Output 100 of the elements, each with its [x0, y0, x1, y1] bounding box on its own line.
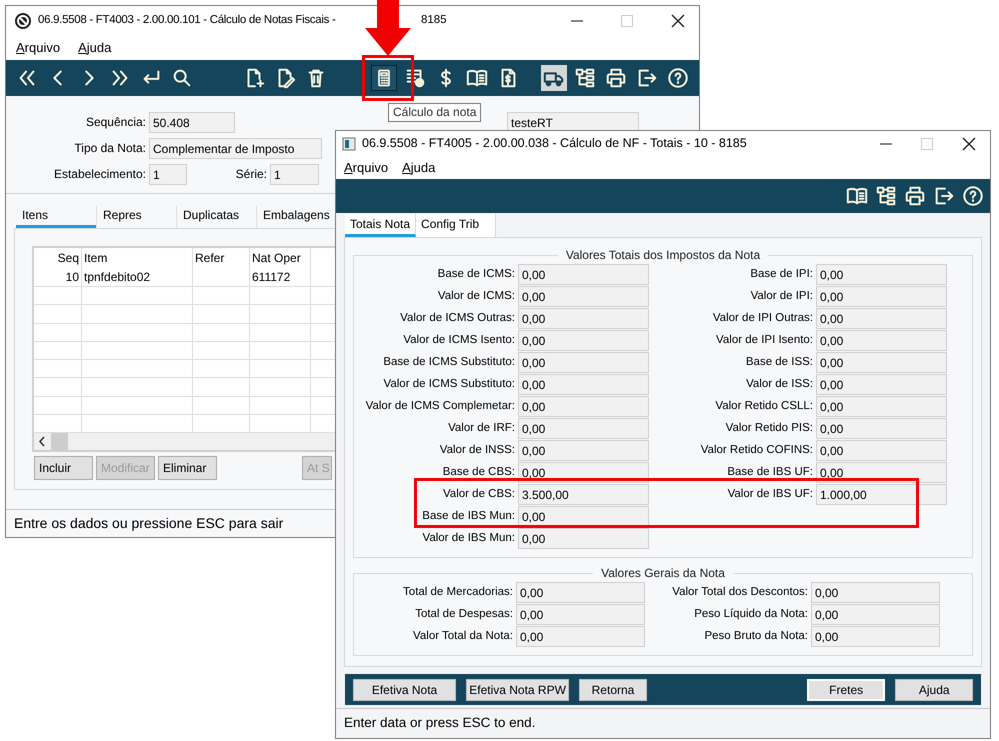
field-label: Série:: [234, 166, 268, 183]
field-label: Valor de CBS:: [442, 486, 516, 502]
field-label: Valor Total dos Descontos:: [671, 584, 809, 600]
input-field[interactable]: 1.000,00: [816, 484, 947, 505]
calculator-icon[interactable]: [371, 65, 397, 91]
field-label: Valor Retido CSLL:: [714, 398, 814, 414]
field-label: Base de IPI:: [749, 266, 814, 282]
app-logo-icon: [14, 12, 32, 30]
field-label: Base de IBS UF:: [726, 464, 814, 480]
window-title: 06.9.5508 - FT4005 - 2.00.00.038 - Cálculo de NF - Totais - 10 - 8185: [362, 135, 747, 152]
menu-item[interactable]: Ajuda: [74, 38, 116, 58]
input-field[interactable]: 0,00: [518, 506, 649, 527]
field-label: Valor de ICMS Isento:: [402, 332, 516, 348]
input-field[interactable]: 0,00: [816, 286, 947, 307]
app-window-icon: [342, 136, 356, 150]
tab[interactable]: Itens: [16, 206, 96, 228]
tab[interactable]: Duplicatas: [176, 206, 256, 228]
close-icon[interactable]: [671, 14, 685, 28]
field-label: Tipo da Nota:: [73, 140, 147, 157]
field-label: Total de Mercadorias:: [402, 584, 514, 600]
input-field[interactable]: 0,00: [518, 352, 649, 373]
close-icon[interactable]: [962, 136, 976, 150]
column-header[interactable]: Seq: [34, 248, 82, 268]
field-label: Estabelecimento:: [52, 166, 147, 183]
field-label: Peso Líquido da Nota:: [693, 606, 809, 622]
field-label: Peso Bruto da Nota:: [703, 628, 809, 644]
input-field[interactable]: testeRT: [507, 112, 639, 132]
input-field[interactable]: 0,00: [516, 604, 645, 625]
window-title: 8185: [421, 13, 447, 28]
field-label: Valor de ICMS Substituto:: [382, 376, 516, 392]
group-title: Valores Gerais da Nota: [600, 565, 726, 582]
table-cell: tpnfdebito02: [82, 268, 193, 286]
field-label: Valor de IBS UF:: [726, 486, 814, 502]
input-field[interactable]: 0,00: [816, 264, 947, 285]
field-label: Valor de ISS:: [745, 376, 814, 392]
field-label: Base de IBS Mun:: [421, 508, 516, 524]
action-button[interactable]: Eliminar: [158, 456, 217, 480]
column-header[interactable]: Refer: [193, 248, 250, 268]
input-field[interactable]: 0,00: [518, 440, 649, 461]
tab[interactable]: Totais Nota: [345, 214, 416, 237]
field-label: Valor de IRF:: [447, 420, 516, 436]
input-field[interactable]: 0,00: [518, 396, 649, 417]
field-label: Valor Retido PIS:: [724, 420, 814, 436]
menu-item[interactable]: Arquivo: [12, 38, 64, 58]
action-button[interactable]: Incluir: [34, 456, 93, 480]
input-field[interactable]: 0,00: [816, 396, 947, 417]
field-label: Base de ICMS:: [436, 266, 516, 282]
input-field[interactable]: 0,00: [816, 308, 947, 329]
column-header[interactable]: Item: [82, 248, 193, 268]
action-button[interactable]: Ajuda: [895, 678, 973, 700]
input-field[interactable]: 50.408: [149, 112, 235, 132]
input-field[interactable]: 0,00: [518, 528, 649, 549]
input-field[interactable]: 0,00: [816, 418, 947, 439]
input-field[interactable]: 1: [270, 164, 319, 184]
input-field[interactable]: 0,00: [811, 626, 940, 647]
input-field[interactable]: 0,00: [518, 330, 649, 351]
field-label: Valor de ICMS Complemetar:: [364, 398, 516, 414]
input-field[interactable]: 0,00: [816, 440, 947, 461]
field-label: Base de ICMS Substituto:: [382, 354, 516, 370]
action-button[interactable]: Efetiva Nota RPW: [466, 678, 570, 700]
input-field[interactable]: 0,00: [516, 582, 645, 603]
action-button[interactable]: Fretes: [806, 678, 886, 700]
input-field[interactable]: 0,00: [816, 330, 947, 351]
field-label: Base de CBS:: [442, 464, 516, 480]
menu-item[interactable]: Ajuda: [398, 158, 440, 178]
field-label: Valor de IPI Outras:: [712, 310, 814, 326]
field-label: Valor de IPI:: [750, 288, 814, 304]
input-field[interactable]: 3.500,00: [518, 484, 649, 505]
window-title: 06.9.5508 - FT4003 - 2.00.00.101 - Cálculo de Notas Fiscais -: [38, 13, 336, 28]
input-field[interactable]: 0,00: [518, 308, 649, 329]
field-label: Valor de IPI Isento:: [715, 332, 814, 348]
input-field[interactable]: 0,00: [518, 374, 649, 395]
menu-item[interactable]: Arquivo: [340, 158, 392, 178]
tab[interactable]: Repres: [96, 206, 176, 228]
column-header[interactable]: Nat Oper: [250, 248, 311, 268]
highlight-frame: [362, 55, 414, 101]
group-title: Valores Totais dos Impostos da Nota: [564, 247, 762, 264]
truck-icon[interactable]: [541, 65, 567, 91]
input-field[interactable]: Complementar de Imposto: [149, 138, 322, 158]
table-cell: 611172: [250, 268, 311, 286]
input-field[interactable]: 0,00: [518, 286, 649, 307]
action-button[interactable]: Efetiva Nota: [353, 678, 456, 700]
scrollbar-thumb[interactable]: [51, 433, 68, 450]
status-bar: Enter data or press ESC to end.: [336, 708, 990, 738]
field-label: Valor de INSS:: [438, 442, 516, 458]
input-field[interactable]: 0,00: [811, 582, 940, 603]
pointer-arrow: [365, 0, 411, 56]
input-field[interactable]: 0,00: [816, 352, 947, 373]
input-field[interactable]: 1: [149, 164, 187, 184]
table-cell: 10: [34, 268, 82, 286]
input-field[interactable]: 0,00: [518, 264, 649, 285]
input-field[interactable]: 0,00: [518, 418, 649, 439]
field-label: Valor Total da Nota:: [412, 628, 514, 644]
input-field[interactable]: 0,00: [816, 374, 947, 395]
input-field[interactable]: 0,00: [811, 604, 940, 625]
input-field[interactable]: 0,00: [516, 626, 645, 647]
tab[interactable]: Config Trib: [416, 214, 496, 237]
action-button[interactable]: Retorna: [579, 678, 647, 700]
field-label: Total de Despesas:: [414, 606, 514, 622]
field-label: Valor de ICMS Outras:: [399, 310, 516, 326]
